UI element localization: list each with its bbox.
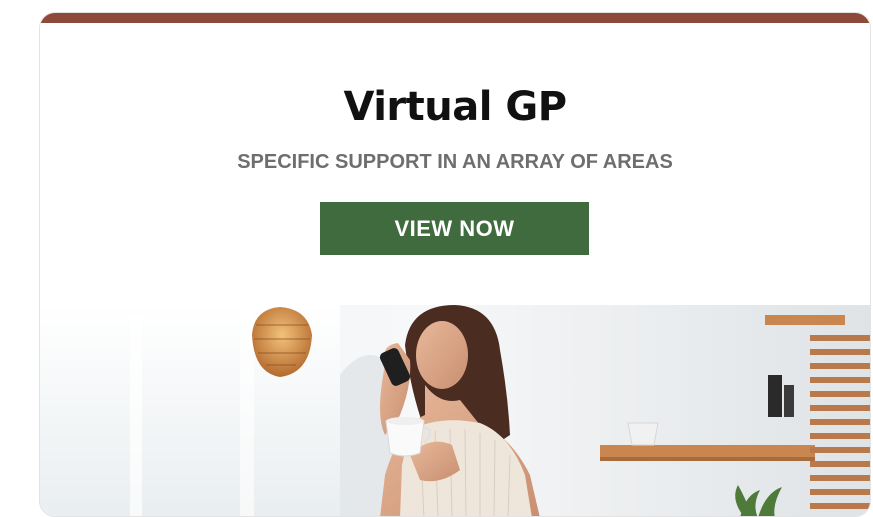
view-now-button[interactable]: VIEW NOW: [320, 202, 589, 255]
card-title: Virtual GP: [343, 84, 567, 130]
card-subtitle: SPECIFIC SUPPORT IN AN ARRAY OF AREAS: [237, 151, 673, 173]
service-card: Virtual GP SPECIFIC SUPPORT IN AN ARRAY …: [39, 12, 871, 517]
card-accent-bar: [40, 13, 870, 23]
hero-photo: [40, 305, 870, 516]
